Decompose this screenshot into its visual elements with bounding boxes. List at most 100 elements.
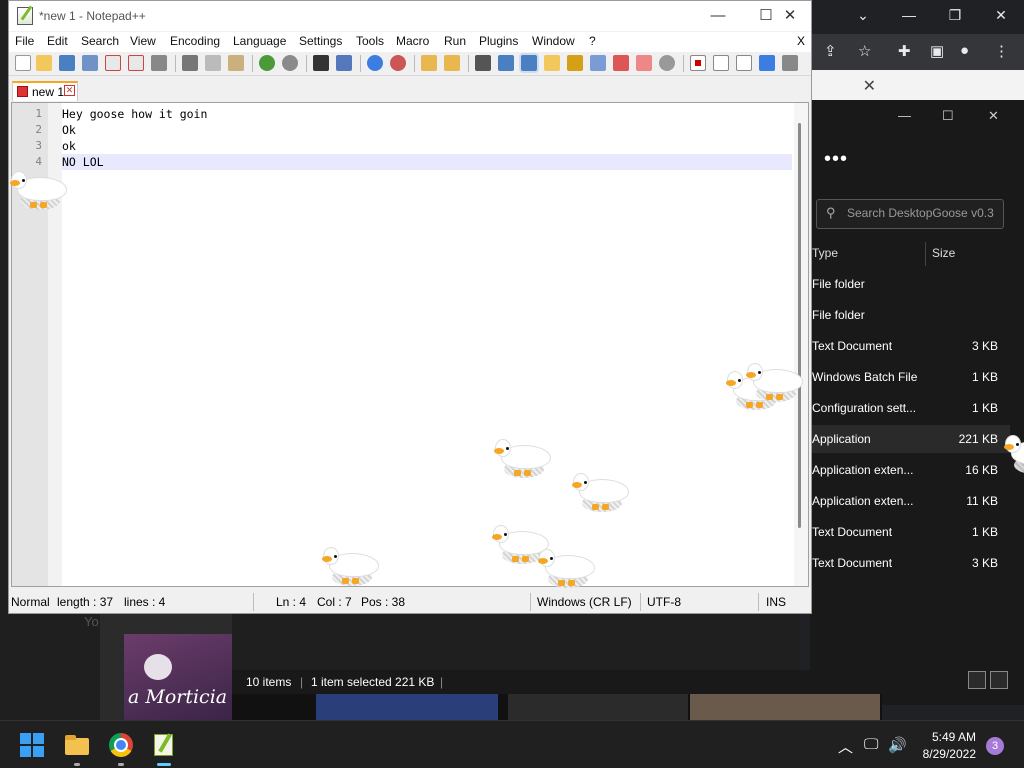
close-document-button[interactable]: X xyxy=(797,34,805,48)
close-tab-icon[interactable]: ✕ xyxy=(64,85,75,96)
list-item[interactable]: Windows Batch File 1 KB xyxy=(810,363,1010,391)
play-macro-icon[interactable] xyxy=(736,55,752,71)
menu-encoding[interactable]: Encoding xyxy=(170,34,220,48)
notification-badge[interactable]: 3 xyxy=(986,737,1004,755)
list-item[interactable]: Text Document 3 KB xyxy=(810,332,1010,360)
open-file-icon[interactable] xyxy=(36,55,52,71)
run-multiple-icon[interactable] xyxy=(759,55,775,71)
chevron-up-icon[interactable]: ︿ xyxy=(838,736,853,757)
tab-new-1[interactable]: new 1 ✕ xyxy=(12,81,78,101)
code-line[interactable]: Ok xyxy=(62,122,792,138)
star-icon[interactable]: ☆ xyxy=(858,42,871,60)
stop-macro-icon[interactable] xyxy=(713,55,729,71)
scrollbar-thumb[interactable] xyxy=(798,123,801,528)
search-input[interactable]: ⚲ Search DesktopGoose v0.3 xyxy=(816,199,1004,229)
network-icon[interactable]: 🖵 xyxy=(864,736,878,753)
close-icon[interactable]: ✕ xyxy=(988,108,999,124)
list-item[interactable]: Configuration sett... 1 KB xyxy=(810,394,1010,422)
menu-view[interactable]: View xyxy=(130,34,156,48)
chrome-icon[interactable] xyxy=(109,733,133,757)
status-eol[interactable]: Windows (CR LF) xyxy=(537,595,632,609)
status-encoding[interactable]: UTF-8 xyxy=(647,595,681,609)
close-all-icon[interactable] xyxy=(128,55,144,71)
extensions-icon[interactable]: ✚ xyxy=(898,42,911,60)
thumbnail[interactable] xyxy=(316,694,498,720)
folder-as-workspace-icon[interactable] xyxy=(613,55,629,71)
close-file-icon[interactable] xyxy=(105,55,121,71)
list-item[interactable]: File folder xyxy=(810,270,1010,298)
thumbnail[interactable] xyxy=(690,694,880,720)
column-divider[interactable] xyxy=(925,242,926,266)
code-line[interactable]: ok xyxy=(62,138,792,154)
start-button[interactable] xyxy=(20,733,44,757)
menu-help[interactable]: ? xyxy=(589,34,596,48)
user-language-icon[interactable] xyxy=(544,55,560,71)
list-item[interactable]: File folder xyxy=(810,301,1010,329)
minimize-icon[interactable]: — xyxy=(892,4,926,26)
zoom-in-icon[interactable] xyxy=(367,55,383,71)
poster-thumbnail[interactable]: a Morticia xyxy=(124,634,232,720)
find-icon[interactable] xyxy=(313,55,329,71)
minimize-icon[interactable]: — xyxy=(898,108,911,123)
code-line[interactable]: NO LOL xyxy=(62,154,792,170)
status-insert-mode[interactable]: INS xyxy=(766,595,786,609)
close-icon[interactable]: ✕ xyxy=(863,76,876,96)
menu-window[interactable]: Window xyxy=(532,34,575,48)
comment-icon[interactable] xyxy=(659,55,675,71)
vertical-scrollbar[interactable] xyxy=(794,103,808,586)
save-all-icon[interactable] xyxy=(82,55,98,71)
sync-horizontal-icon[interactable] xyxy=(444,55,460,71)
list-item[interactable]: Application exten... 16 KB xyxy=(810,456,1010,484)
list-item[interactable]: Text Document 3 KB xyxy=(810,549,1010,577)
close-icon[interactable]: ✕ xyxy=(984,4,1018,26)
new-file-icon[interactable] xyxy=(15,55,31,71)
column-header-type[interactable]: Type xyxy=(812,246,838,260)
maximize-icon[interactable]: ☐ xyxy=(942,108,954,124)
cut-icon[interactable] xyxy=(182,55,198,71)
minimize-icon[interactable]: — xyxy=(695,5,741,27)
more-options-icon[interactable]: ••• xyxy=(824,148,848,171)
undo-icon[interactable] xyxy=(259,55,275,71)
close-icon[interactable]: ✕ xyxy=(767,5,813,27)
clock[interactable]: 5:49 AM 8/29/2022 xyxy=(912,729,976,763)
indent-guide-icon[interactable] xyxy=(521,55,537,71)
zoom-out-icon[interactable] xyxy=(390,55,406,71)
list-item[interactable]: Application 221 KB xyxy=(810,425,1010,453)
details-view-icon[interactable] xyxy=(968,671,986,689)
thumbnails-view-icon[interactable] xyxy=(990,671,1008,689)
menu-edit[interactable]: Edit xyxy=(47,34,68,48)
sync-vertical-icon[interactable] xyxy=(421,55,437,71)
save-macro-icon[interactable] xyxy=(782,55,798,71)
share-icon[interactable]: ⇪ xyxy=(824,42,837,60)
word-wrap-icon[interactable] xyxy=(475,55,491,71)
editor-area[interactable]: 1 2 3 4 Hey goose how it goin Ok ok NO LOL xyxy=(11,102,809,587)
profile-icon[interactable]: ● xyxy=(960,42,969,59)
menu-tools[interactable]: Tools xyxy=(356,34,384,48)
monitoring-icon[interactable] xyxy=(636,55,652,71)
restore-icon[interactable]: ❐ xyxy=(938,4,972,26)
code-line[interactable]: Hey goose how it goin xyxy=(62,106,792,122)
menu-settings[interactable]: Settings xyxy=(299,34,342,48)
show-all-chars-icon[interactable] xyxy=(498,55,514,71)
redo-icon[interactable] xyxy=(282,55,298,71)
notepadpp-taskbar-icon[interactable] xyxy=(152,733,176,757)
sidepanel-icon[interactable]: ▣ xyxy=(930,42,944,60)
menu-search[interactable]: Search xyxy=(81,34,119,48)
list-item[interactable]: Application exten... 11 KB xyxy=(810,487,1010,515)
list-item[interactable]: Text Document 1 KB xyxy=(810,518,1010,546)
copy-icon[interactable] xyxy=(205,55,221,71)
save-icon[interactable] xyxy=(59,55,75,71)
menu-file[interactable]: File xyxy=(15,34,34,48)
chevron-down-icon[interactable]: ⌄ xyxy=(846,4,880,26)
file-explorer-taskbar-icon[interactable] xyxy=(65,733,89,757)
column-header-size[interactable]: Size xyxy=(932,246,955,260)
thumbnail[interactable] xyxy=(508,694,688,720)
record-macro-icon[interactable] xyxy=(690,55,706,71)
print-icon[interactable] xyxy=(151,55,167,71)
menu-plugins[interactable]: Plugins xyxy=(479,34,518,48)
menu-language[interactable]: Language xyxy=(233,34,286,48)
volume-icon[interactable]: 🔊 xyxy=(888,736,907,754)
menu-icon[interactable]: ⋮ xyxy=(994,42,1009,60)
paste-icon[interactable] xyxy=(228,55,244,71)
menu-macro[interactable]: Macro xyxy=(396,34,429,48)
